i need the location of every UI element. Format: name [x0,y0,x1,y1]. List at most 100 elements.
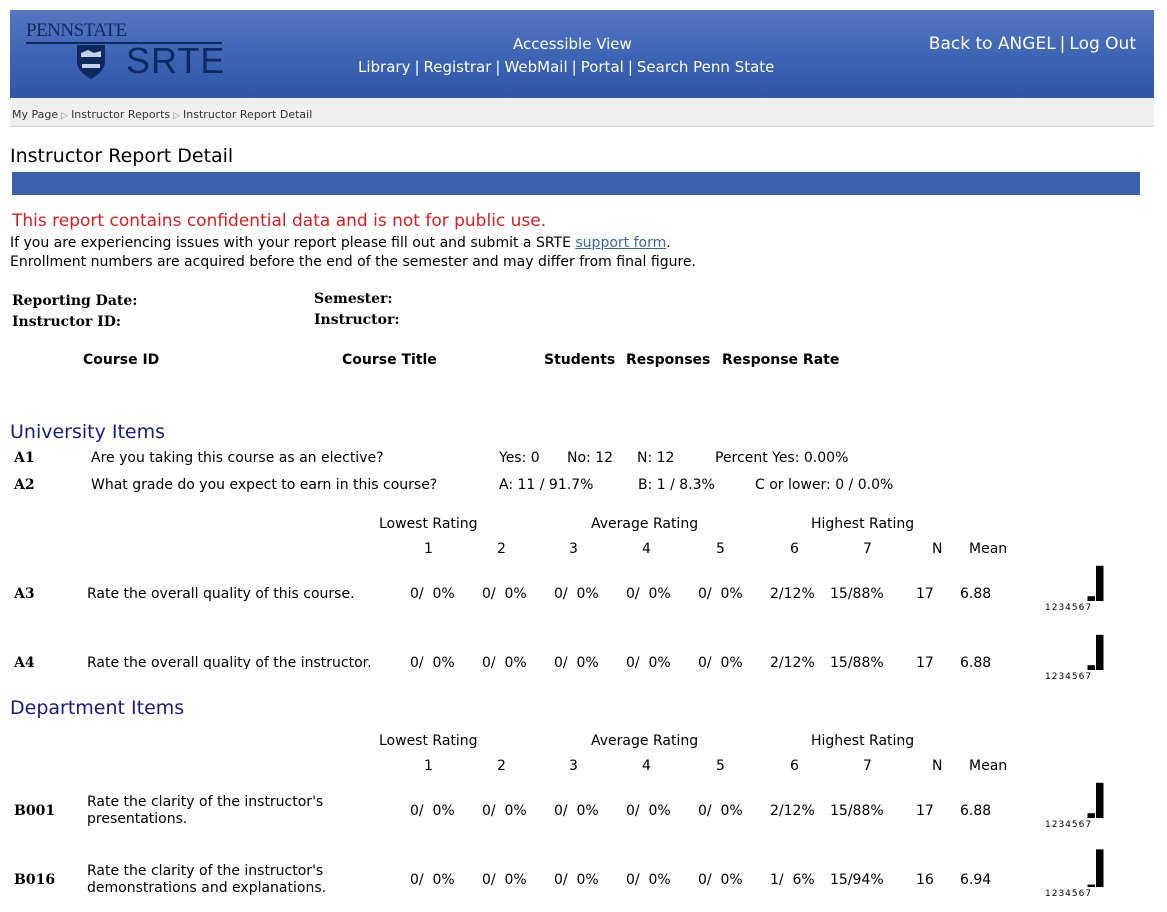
item-question-a1: Are you taking this course as an electiv… [91,450,384,466]
webmail-link[interactable]: WebMail [504,58,567,76]
a1-percent-yes: Percent Yes: 0.00% [715,450,849,466]
item-question: Rate the clarity of the instructor's [87,863,324,879]
rating-col-header: 4 [642,758,651,774]
col-response-rate: Response Rate [722,352,840,368]
response-count: 17 [916,803,934,819]
title-bar [12,172,1140,195]
page-title: Instructor Report Detail [10,145,234,167]
row-clip-mask [0,669,1040,687]
rating-value: 0/ 0% [698,872,743,888]
response-count: 17 [916,586,934,602]
rating-col-header: 4 [642,541,651,557]
rating-value: 2/12% [770,586,815,602]
lowest-rating-label: Lowest Rating [379,733,478,749]
rating-col-header: 5 [716,758,725,774]
breadcrumb-current: Instructor Report Detail [183,108,313,121]
support-form-link[interactable]: support form [575,235,666,251]
rating-value: 15/88% [830,803,884,819]
instructor-label: Instructor: [314,312,400,328]
library-link[interactable]: Library [358,58,410,76]
col-students: Students [544,352,616,368]
rating-col-header: 3 [569,758,578,774]
link-separator: | [1059,34,1066,54]
pennstate-shield-icon [77,45,105,79]
item-id: B001 [14,803,56,819]
accessible-view-link[interactable]: Accessible View [513,35,632,53]
rating-col-header: 3 [569,541,578,557]
rating-value: 0/ 0% [698,803,743,819]
semester-label: Semester: [314,291,393,307]
portal-link[interactable]: Portal [581,58,624,76]
rating-value: 0/ 0% [626,872,671,888]
rating-col-header: 1 [424,541,433,557]
rating-col-header: 6 [790,758,799,774]
breadcrumb-my-page[interactable]: My Page [12,108,58,121]
mean-value: 6.88 [960,586,992,602]
rating-value: 0/ 0% [482,872,527,888]
registrar-link[interactable]: Registrar [424,58,492,76]
rating-value: 0/ 0% [410,803,455,819]
distribution-bar-6 [1087,596,1095,601]
distribution-bar-7 [1096,565,1104,601]
col-course-title: Course Title [342,352,437,368]
pennstate-logo-text[interactable]: PENNSTATE [26,20,127,42]
header-links: Library | Registrar | WebMail | Portal | Search … [358,58,774,76]
rating-value: 0/ 0% [482,803,527,819]
item-question: Rate the clarity of the instructor's [87,794,324,810]
rating-value: 15/88% [830,586,884,602]
rating-col-header: 7 [863,541,872,557]
average-rating-label: Average Rating [591,733,699,749]
log-out-link[interactable]: Log Out [1069,34,1136,54]
distribution-scale-label: 1234567 [1045,603,1093,613]
rating-col-header: Mean [969,541,1008,557]
a1-yes: Yes: 0 [499,450,540,466]
lowest-rating-label: Lowest Rating [379,516,478,532]
mean-value: 6.94 [960,872,992,888]
item-id-a1: A1 [14,450,35,466]
distribution-bar-7 [1096,782,1104,818]
link-separator: | [495,58,501,76]
srte-logo-text[interactable]: SRTE [126,40,225,82]
item-id-a2: A2 [14,477,35,493]
instructor-id-label: Instructor ID: [12,314,122,330]
rating-col-header: Mean [969,758,1008,774]
breadcrumb: My Page ▷ Instructor Reports ▷ Instructor Re… [10,98,1154,127]
item-question-a2: What grade do you expect to earn in this… [91,477,438,493]
support-notice: If you are experiencing issues with your… [10,235,671,251]
breadcrumb-instructor-reports[interactable]: Instructor Reports [71,108,170,121]
response-distribution-chart [1087,782,1104,818]
support-text: If you are experiencing issues with your… [10,235,576,251]
distribution-scale-label: 1234567 [1045,889,1093,899]
highest-rating-label: Highest Rating [811,733,915,749]
item-question-line2: demonstrations and explanations. [87,880,327,896]
col-responses: Responses [626,352,711,368]
breadcrumb-arrow-icon: ▷ [61,111,69,121]
a2-grade-c: C or lower: 0 / 0.0% [755,477,894,493]
item-question-line2: presentations. [87,811,188,827]
rating-col-header: 2 [497,758,506,774]
back-to-angel-link[interactable]: Back to ANGEL [929,34,1056,54]
link-separator: | [571,58,577,76]
rating-col-header: 1 [424,758,433,774]
item-id: A3 [14,586,35,602]
university-items-heading: University Items [10,421,166,443]
confidential-notice: This report contains confidential data a… [12,211,547,231]
distribution-scale-label: 1234567 [1045,672,1093,682]
distribution-scale-label: 1234567 [1045,820,1093,830]
average-rating-label: Average Rating [591,516,699,532]
rating-col-header: N [932,541,943,557]
search-penn-state-link[interactable]: Search Penn State [637,58,775,76]
support-text-end: . [666,235,671,251]
distribution-bar-7 [1096,849,1104,887]
rating-col-header: 7 [863,758,872,774]
mean-value: 6.88 [960,803,992,819]
account-links: Back to ANGEL | Log Out [929,34,1136,54]
breadcrumb-arrow-icon: ▷ [173,111,181,121]
reporting-date-label: Reporting Date: [12,293,138,309]
a1-n: N: 12 [637,450,675,466]
col-course-id: Course ID [83,352,160,368]
response-distribution-chart [1087,849,1104,887]
rating-value: 0/ 0% [626,586,671,602]
distribution-bar-7 [1096,634,1104,670]
distribution-bar-6 [1087,884,1095,887]
